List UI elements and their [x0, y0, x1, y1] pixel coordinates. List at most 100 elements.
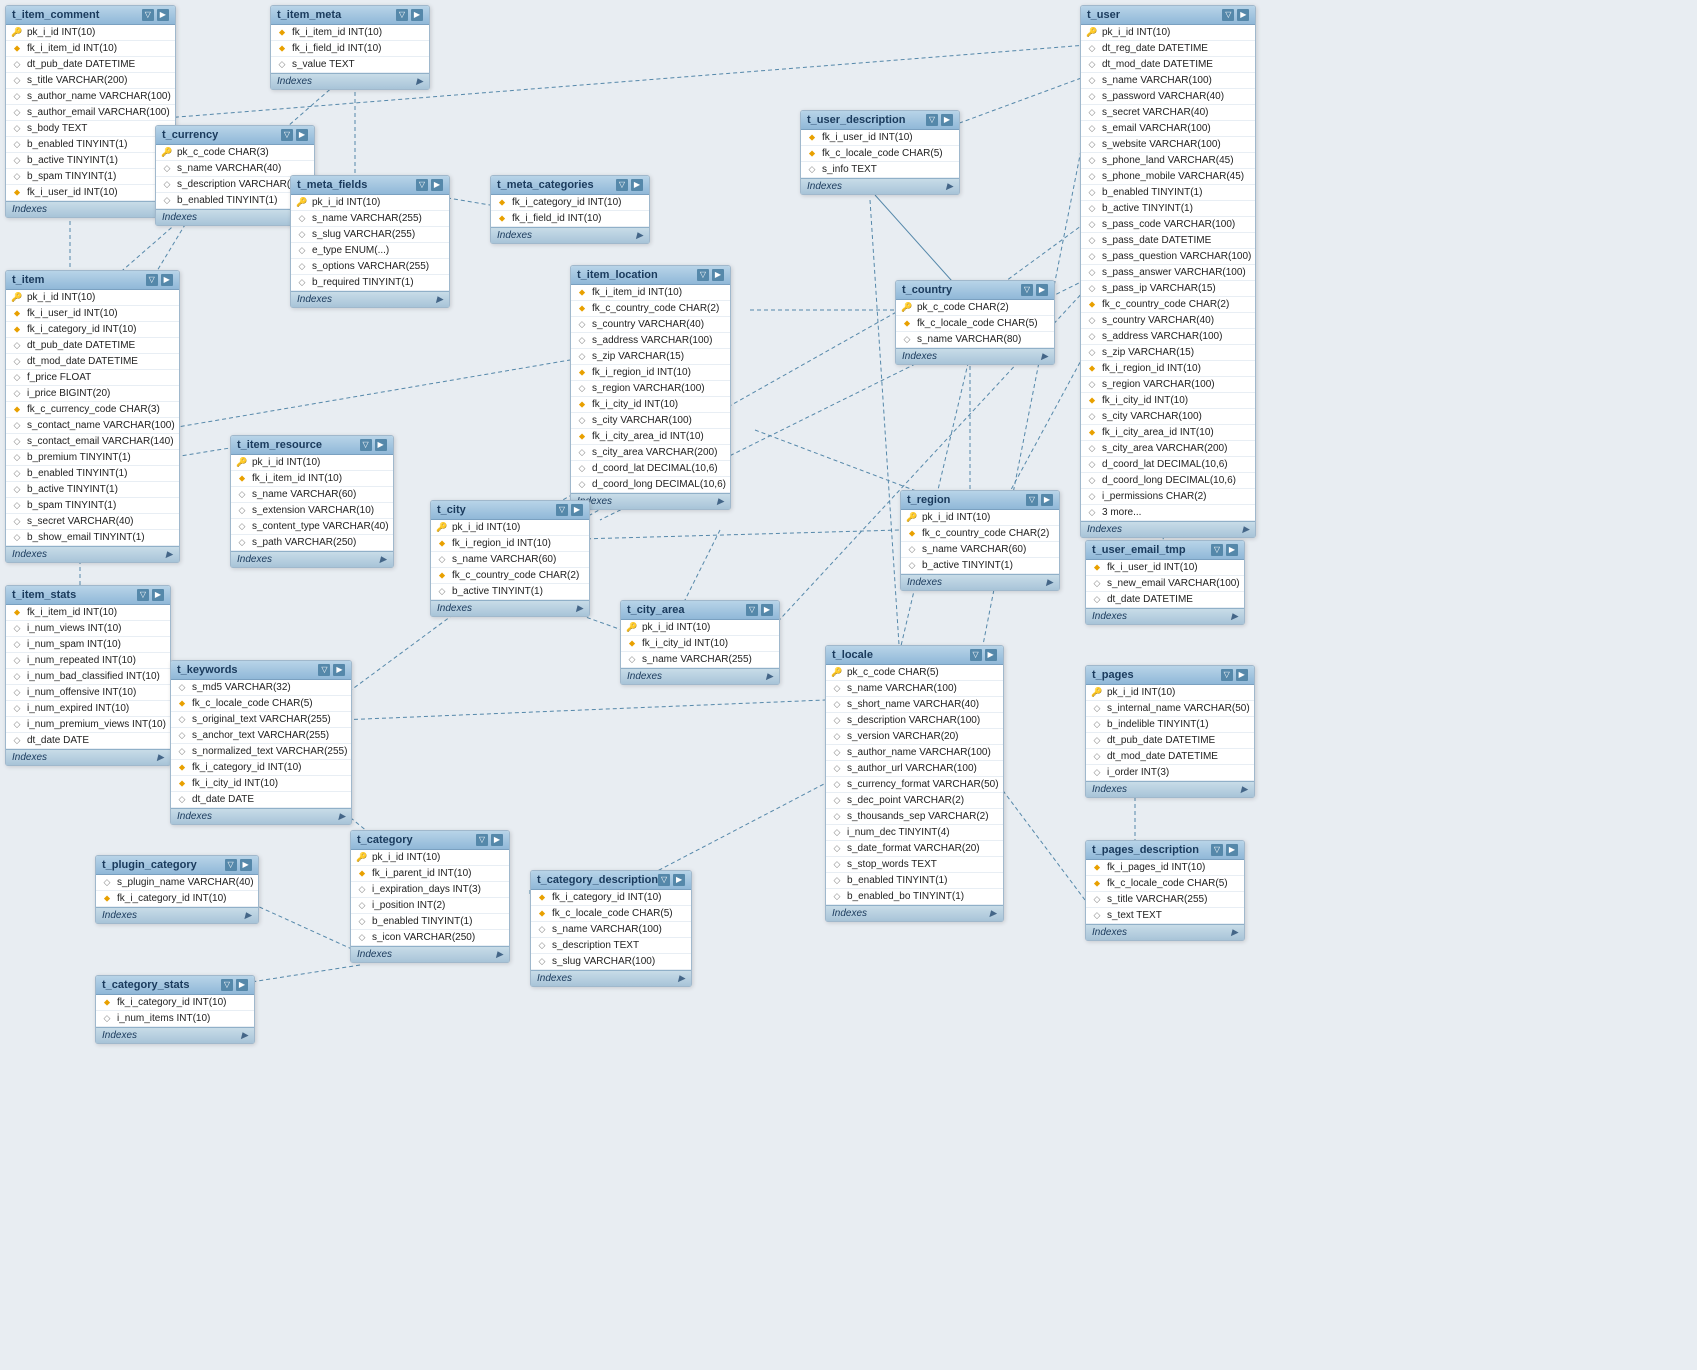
indexes-row-t_meta_categories[interactable]: Indexes▶: [491, 227, 649, 243]
table-t_pages[interactable]: t_pages▽▶🔑pk_i_id INT(10)◇s_internal_nam…: [1085, 665, 1255, 798]
indexes-arrow-icon[interactable]: ▶: [436, 294, 443, 305]
expand-icon[interactable]: ▶: [1226, 844, 1238, 856]
indexes-row-t_keywords[interactable]: Indexes▶: [171, 808, 351, 824]
table-t_item_resource[interactable]: t_item_resource▽▶🔑pk_i_id INT(10)⬥fk_i_i…: [230, 435, 394, 568]
table-t_country[interactable]: t_country▽▶🔑pk_c_code CHAR(2)⬥fk_c_local…: [895, 280, 1055, 365]
table-header-t_item[interactable]: t_item▽▶: [6, 271, 179, 290]
filter-icon[interactable]: ▽: [1026, 494, 1038, 506]
table-header-t_user_email_tmp[interactable]: t_user_email_tmp▽▶: [1086, 541, 1244, 560]
expand-icon[interactable]: ▶: [1041, 494, 1053, 506]
filter-icon[interactable]: ▽: [616, 179, 628, 191]
expand-icon[interactable]: ▶: [761, 604, 773, 616]
expand-icon[interactable]: ▶: [1237, 9, 1249, 21]
table-t_plugin_category[interactable]: t_plugin_category▽▶◇s_plugin_name VARCHA…: [95, 855, 259, 924]
table-header-t_currency[interactable]: t_currency▽▶: [156, 126, 314, 145]
table-t_category_description[interactable]: t_category_description▽▶⬥fk_i_category_i…: [530, 870, 692, 987]
expand-icon[interactable]: ▶: [240, 859, 252, 871]
filter-icon[interactable]: ▽: [1211, 544, 1223, 556]
expand-icon[interactable]: ▶: [333, 664, 345, 676]
table-header-t_meta_fields[interactable]: t_meta_fields▽▶: [291, 176, 449, 195]
table-t_user[interactable]: t_user▽▶🔑pk_i_id INT(10)◇dt_reg_date DAT…: [1080, 5, 1256, 538]
expand-icon[interactable]: ▶: [1236, 669, 1248, 681]
indexes-arrow-icon[interactable]: ▶: [380, 554, 387, 565]
indexes-row-t_meta_fields[interactable]: Indexes▶: [291, 291, 449, 307]
filter-icon[interactable]: ▽: [658, 874, 670, 886]
table-header-t_locale[interactable]: t_locale▽▶: [826, 646, 1003, 665]
expand-icon[interactable]: ▶: [375, 439, 387, 451]
indexes-arrow-icon[interactable]: ▶: [990, 908, 997, 919]
table-header-t_country[interactable]: t_country▽▶: [896, 281, 1054, 300]
table-header-t_city[interactable]: t_city▽▶: [431, 501, 589, 520]
table-t_city[interactable]: t_city▽▶🔑pk_i_id INT(10)⬥fk_i_region_id …: [430, 500, 590, 617]
indexes-arrow-icon[interactable]: ▶: [1231, 927, 1238, 938]
filter-icon[interactable]: ▽: [746, 604, 758, 616]
filter-icon[interactable]: ▽: [926, 114, 938, 126]
filter-icon[interactable]: ▽: [1211, 844, 1223, 856]
indexes-row-t_category_stats[interactable]: Indexes▶: [96, 1027, 254, 1043]
indexes-arrow-icon[interactable]: ▶: [496, 949, 503, 960]
expand-icon[interactable]: ▶: [1226, 544, 1238, 556]
table-t_item_comment[interactable]: t_item_comment▽▶🔑pk_i_id INT(10)⬥fk_i_it…: [5, 5, 176, 218]
expand-icon[interactable]: ▶: [631, 179, 643, 191]
table-header-t_meta_categories[interactable]: t_meta_categories▽▶: [491, 176, 649, 195]
indexes-arrow-icon[interactable]: ▶: [717, 496, 724, 507]
expand-icon[interactable]: ▶: [673, 874, 685, 886]
indexes-row-t_pages_description[interactable]: Indexes▶: [1086, 924, 1244, 940]
table-t_keywords[interactable]: t_keywords▽▶◇s_md5 VARCHAR(32)⬥fk_c_loca…: [170, 660, 352, 825]
expand-icon[interactable]: ▶: [431, 179, 443, 191]
indexes-arrow-icon[interactable]: ▶: [241, 1030, 248, 1041]
indexes-arrow-icon[interactable]: ▶: [1041, 351, 1048, 362]
table-t_user_email_tmp[interactable]: t_user_email_tmp▽▶⬥fk_i_user_id INT(10)◇…: [1085, 540, 1245, 625]
expand-icon[interactable]: ▶: [1036, 284, 1048, 296]
table-t_item[interactable]: t_item▽▶🔑pk_i_id INT(10)⬥fk_i_user_id IN…: [5, 270, 180, 563]
indexes-row-t_plugin_category[interactable]: Indexes▶: [96, 907, 258, 923]
table-t_region[interactable]: t_region▽▶🔑pk_i_id INT(10)⬥fk_c_country_…: [900, 490, 1060, 591]
indexes-row-t_country[interactable]: Indexes▶: [896, 348, 1054, 364]
filter-icon[interactable]: ▽: [360, 439, 372, 451]
indexes-arrow-icon[interactable]: ▶: [766, 671, 773, 682]
table-header-t_keywords[interactable]: t_keywords▽▶: [171, 661, 351, 680]
indexes-row-t_item_resource[interactable]: Indexes▶: [231, 551, 393, 567]
filter-icon[interactable]: ▽: [1221, 669, 1233, 681]
table-t_pages_description[interactable]: t_pages_description▽▶⬥fk_i_pages_id INT(…: [1085, 840, 1245, 941]
indexes-arrow-icon[interactable]: ▶: [157, 752, 164, 763]
table-header-t_category_description[interactable]: t_category_description▽▶: [531, 871, 691, 890]
expand-icon[interactable]: ▶: [157, 9, 169, 21]
table-header-t_pages_description[interactable]: t_pages_description▽▶: [1086, 841, 1244, 860]
filter-icon[interactable]: ▽: [318, 664, 330, 676]
indexes-arrow-icon[interactable]: ▶: [1241, 784, 1248, 795]
table-t_city_area[interactable]: t_city_area▽▶🔑pk_i_id INT(10)⬥fk_i_city_…: [620, 600, 780, 685]
table-t_user_description[interactable]: t_user_description▽▶⬥fk_i_user_id INT(10…: [800, 110, 960, 195]
expand-icon[interactable]: ▶: [161, 274, 173, 286]
filter-icon[interactable]: ▽: [1222, 9, 1234, 21]
table-header-t_user[interactable]: t_user▽▶: [1081, 6, 1255, 25]
indexes-row-t_city[interactable]: Indexes▶: [431, 600, 589, 616]
indexes-row-t_pages[interactable]: Indexes▶: [1086, 781, 1254, 797]
expand-icon[interactable]: ▶: [985, 649, 997, 661]
filter-icon[interactable]: ▽: [556, 504, 568, 516]
table-header-t_region[interactable]: t_region▽▶: [901, 491, 1059, 510]
expand-icon[interactable]: ▶: [571, 504, 583, 516]
indexes-arrow-icon[interactable]: ▶: [416, 76, 423, 87]
indexes-arrow-icon[interactable]: ▶: [1231, 611, 1238, 622]
expand-icon[interactable]: ▶: [411, 9, 423, 21]
indexes-arrow-icon[interactable]: ▶: [1046, 577, 1053, 588]
table-t_item_stats[interactable]: t_item_stats▽▶⬥fk_i_item_id INT(10)◇i_nu…: [5, 585, 171, 766]
table-t_category_stats[interactable]: t_category_stats▽▶⬥fk_i_category_id INT(…: [95, 975, 255, 1044]
expand-icon[interactable]: ▶: [491, 834, 503, 846]
table-t_locale[interactable]: t_locale▽▶🔑pk_c_code CHAR(5)◇s_name VARC…: [825, 645, 1004, 922]
table-header-t_plugin_category[interactable]: t_plugin_category▽▶: [96, 856, 258, 875]
table-header-t_item_comment[interactable]: t_item_comment▽▶: [6, 6, 175, 25]
table-header-t_category_stats[interactable]: t_category_stats▽▶: [96, 976, 254, 995]
filter-icon[interactable]: ▽: [1021, 284, 1033, 296]
filter-icon[interactable]: ▽: [416, 179, 428, 191]
indexes-arrow-icon[interactable]: ▶: [166, 549, 173, 560]
filter-icon[interactable]: ▽: [476, 834, 488, 846]
table-t_category[interactable]: t_category▽▶🔑pk_i_id INT(10)⬥fk_i_parent…: [350, 830, 510, 963]
expand-icon[interactable]: ▶: [296, 129, 308, 141]
indexes-arrow-icon[interactable]: ▶: [245, 910, 252, 921]
indexes-row-t_item_stats[interactable]: Indexes▶: [6, 749, 170, 765]
expand-icon[interactable]: ▶: [152, 589, 164, 601]
indexes-row-t_item_meta[interactable]: Indexes▶: [271, 73, 429, 89]
indexes-row-t_item[interactable]: Indexes▶: [6, 546, 179, 562]
